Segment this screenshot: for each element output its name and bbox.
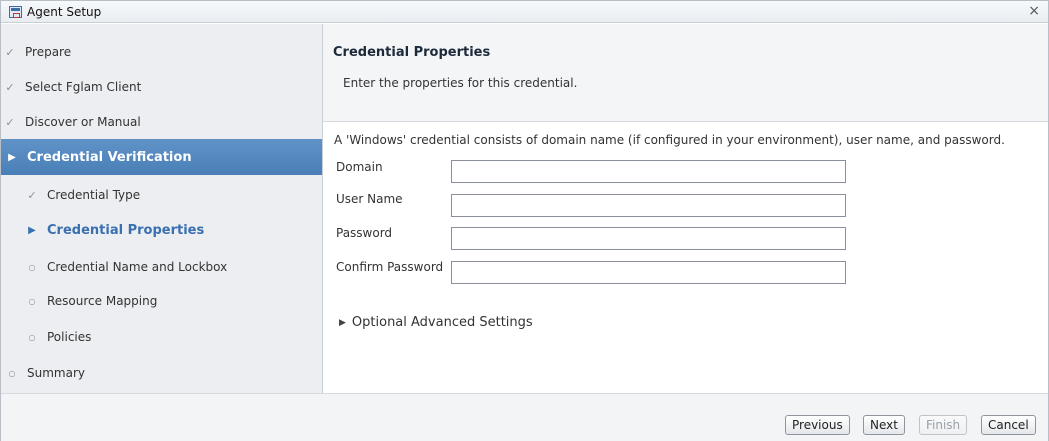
wizard-steps-sidebar: ✓ Prepare ✓ Select Fglam Client ✓ Discov…	[1, 24, 323, 393]
step-label: Credential Type	[47, 188, 141, 202]
domain-label: Domain	[336, 160, 383, 174]
step-credential-name-and-lockbox[interactable]: ○ Credential Name and Lockbox	[1, 249, 322, 285]
step-label: Resource Mapping	[47, 294, 158, 308]
section-header: Credential Properties Enter the properti…	[323, 24, 1048, 122]
password-field[interactable]	[451, 227, 846, 250]
expand-triangle-icon: ▶	[339, 317, 346, 328]
next-button[interactable]: Next	[863, 415, 905, 435]
cancel-button[interactable]: Cancel	[981, 415, 1036, 435]
step-policies[interactable]: ○ Policies	[1, 319, 322, 355]
check-icon: ✓	[27, 188, 37, 202]
check-icon: ✓	[5, 115, 15, 129]
confirm-password-label: Confirm Password	[336, 260, 444, 274]
pending-circle-icon: ○	[28, 332, 36, 342]
step-prepare[interactable]: ✓ Prepare	[1, 34, 322, 70]
previous-button[interactable]: Previous	[785, 415, 850, 435]
step-label: Summary	[27, 366, 85, 380]
title-bar: Agent Setup ×	[1, 1, 1048, 23]
step-discover-or-manual[interactable]: ✓ Discover or Manual	[1, 104, 322, 140]
step-label: Discover or Manual	[25, 115, 141, 129]
pending-circle-icon: ○	[28, 296, 36, 306]
step-summary[interactable]: ○ Summary	[1, 355, 322, 391]
user-name-label: User Name	[336, 192, 403, 206]
wizard-footer: Previous Next Finish Cancel	[1, 393, 1048, 441]
pending-circle-icon: ○	[8, 368, 16, 378]
window-title: Agent Setup	[27, 5, 102, 19]
expand-arrow-icon: ▶	[8, 151, 16, 163]
wizard-app-icon	[9, 6, 22, 18]
step-credential-verification[interactable]: ▶ Credential Verification	[1, 139, 322, 175]
step-label: Credential Verification	[27, 149, 192, 165]
step-resource-mapping[interactable]: ○ Resource Mapping	[1, 283, 322, 319]
check-icon: ✓	[5, 45, 15, 59]
advanced-settings-label: Optional Advanced Settings	[351, 315, 533, 330]
step-label: Policies	[47, 330, 92, 344]
step-label: Credential Name and Lockbox	[47, 260, 228, 274]
step-credential-properties[interactable]: ▶ Credential Properties	[1, 212, 322, 248]
finish-button[interactable]: Finish	[919, 415, 968, 435]
pending-circle-icon: ○	[28, 262, 36, 272]
step-label: Credential Properties	[47, 222, 205, 238]
user-name-field[interactable]	[451, 194, 846, 217]
confirm-password-field[interactable]	[451, 261, 846, 284]
close-icon[interactable]: ×	[1028, 3, 1040, 19]
domain-field[interactable]	[451, 160, 846, 183]
optional-advanced-settings-toggle[interactable]: ▶ Optional Advanced Settings	[339, 315, 533, 330]
credential-info-text: A 'Windows' credential consists of domai…	[334, 133, 1005, 147]
check-icon: ✓	[5, 80, 15, 94]
step-label: Select Fglam Client	[25, 80, 142, 94]
page-description: Enter the properties for this credential…	[343, 76, 578, 90]
agent-setup-window: Agent Setup × ✓ Prepare ✓ Select Fglam C…	[0, 0, 1049, 441]
step-select-fglam-client[interactable]: ✓ Select Fglam Client	[1, 69, 322, 105]
step-label: Prepare	[25, 45, 72, 59]
password-label: Password	[336, 226, 393, 240]
step-credential-type[interactable]: ✓ Credential Type	[1, 177, 322, 213]
main-panel: Credential Properties Enter the properti…	[323, 24, 1048, 393]
page-title: Credential Properties	[333, 45, 491, 60]
current-arrow-icon: ▶	[28, 224, 36, 236]
